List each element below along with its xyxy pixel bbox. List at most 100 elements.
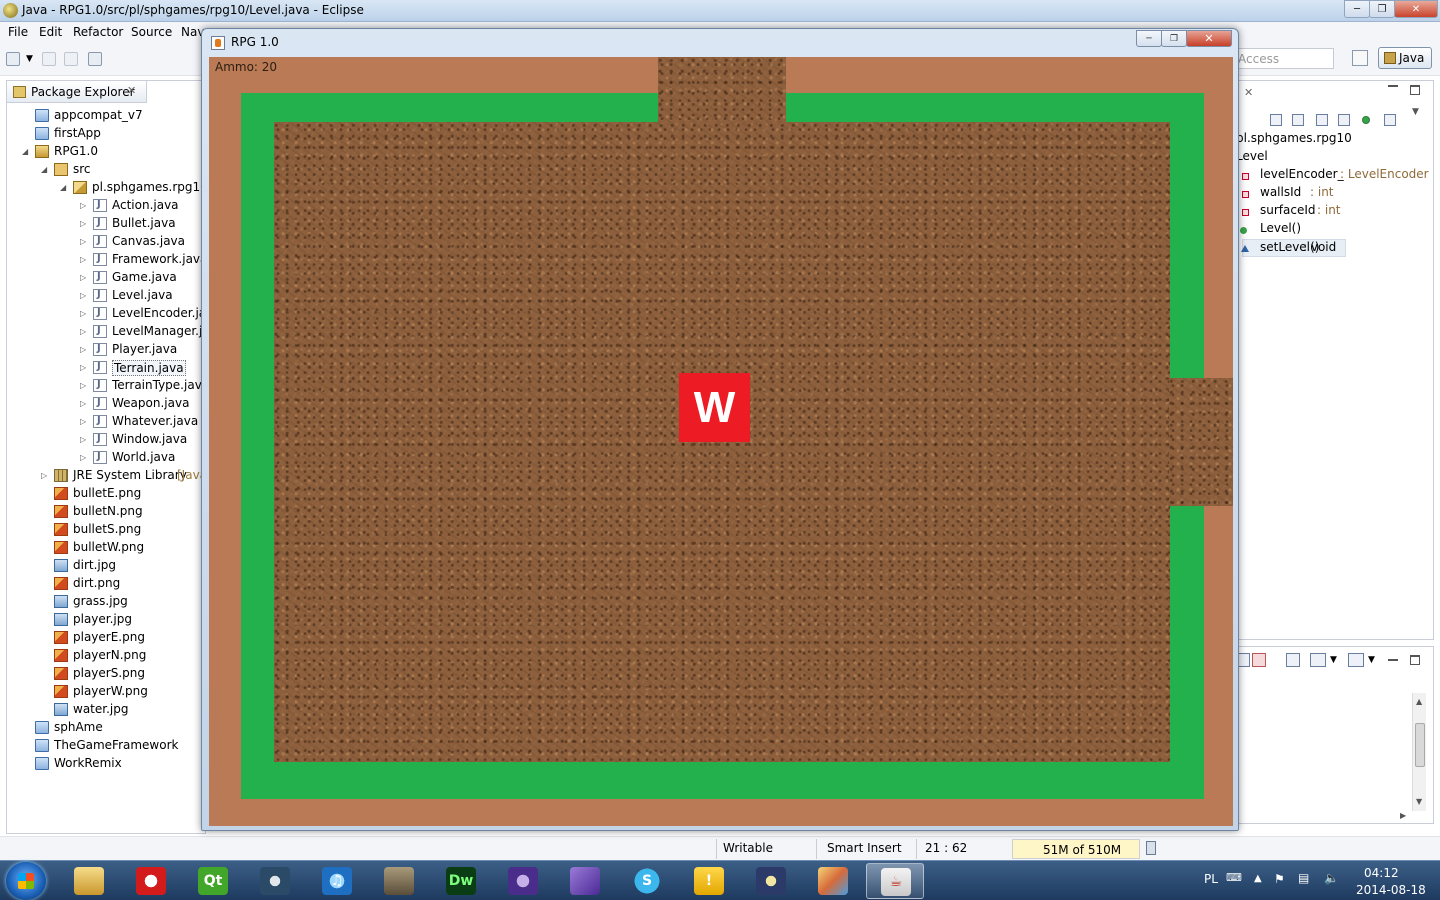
tree-item[interactable]: playerS.png <box>7 665 205 683</box>
outline-member-selected[interactable]: setLevel() : void <box>1241 239 1346 257</box>
maximize-panel-icon[interactable] <box>1410 85 1420 95</box>
expand-arrow-icon[interactable]: ▷ <box>80 453 88 463</box>
heap-status[interactable]: 51M of 510M <box>1012 839 1140 859</box>
collapse-arrow-icon[interactable]: ◢ <box>41 165 49 175</box>
tree-item[interactable]: water.jpg <box>7 701 205 719</box>
tree-item[interactable]: bulletE.png <box>7 485 205 503</box>
tree-item[interactable]: bulletN.png <box>7 503 205 521</box>
expand-arrow-icon[interactable]: ▷ <box>80 363 88 373</box>
tree-item[interactable]: ▷ Canvas.java <box>7 233 205 251</box>
new-dropdown-icon[interactable]: ▼ <box>26 54 33 64</box>
tree-item[interactable]: ▷ Bullet.java <box>7 215 205 233</box>
minimize-panel-icon[interactable] <box>1388 85 1398 87</box>
taskbar-app-dreamweaver[interactable]: Dw <box>432 863 490 899</box>
tree-item[interactable]: ◢ pl.sphgames.rpg10 <box>7 179 205 197</box>
menu-refactor[interactable]: Refactor <box>73 25 123 39</box>
taskbar-app-explorer[interactable] <box>60 863 118 899</box>
tree-item[interactable]: ▷ LevelManager.java <box>7 323 205 341</box>
outline-package[interactable]: pl.sphgames.rpg10 <box>1236 131 1352 149</box>
expand-arrow-icon[interactable]: ▷ <box>80 273 88 283</box>
tree-item[interactable]: ▷ LevelEncoder.java <box>7 305 205 323</box>
close-button[interactable]: ✕ <box>1394 0 1438 18</box>
vertical-scrollbar[interactable]: ▲ ▼ <box>1412 693 1426 811</box>
taskbar-app-paint[interactable] <box>804 863 862 899</box>
tree-item[interactable]: ▷ Framework.java <box>7 251 205 269</box>
clear-console-icon[interactable] <box>1252 653 1266 667</box>
expand-arrow-icon[interactable]: ▷ <box>80 417 88 427</box>
expand-arrow-icon[interactable]: ▷ <box>80 345 88 355</box>
expand-arrow-icon[interactable]: ▷ <box>80 237 88 247</box>
maximize-button[interactable]: ❐ <box>1369 0 1395 18</box>
open-console-icon[interactable] <box>1348 653 1364 667</box>
tree-item[interactable]: ▷ Window.java <box>7 431 205 449</box>
tree-item[interactable]: dirt.png <box>7 575 205 593</box>
package-explorer-tab[interactable]: Package Explorer ✕ <box>7 81 147 103</box>
tree-item[interactable]: ▷ World.java <box>7 449 205 467</box>
taskbar-app-eclipse[interactable] <box>742 863 800 899</box>
garbage-collect-icon[interactable] <box>1146 841 1156 855</box>
open-console-dropdown-icon[interactable]: ▼ <box>1368 655 1375 665</box>
scroll-lock-icon[interactable] <box>1238 653 1250 667</box>
display-console-icon[interactable] <box>1310 653 1326 667</box>
taskbar-app-java[interactable]: ☕ <box>866 863 924 899</box>
scrollbar-thumb[interactable] <box>1415 723 1425 767</box>
java-perspective-button[interactable]: Java <box>1378 47 1432 69</box>
taskbar-app-steam[interactable] <box>246 863 304 899</box>
sort-icon[interactable] <box>1292 114 1304 126</box>
scroll-up-icon[interactable]: ▲ <box>1416 697 1422 706</box>
tree-item[interactable]: ▷ Terrain.java <box>7 359 205 377</box>
clock-date[interactable]: 2014-08-18 <box>1356 883 1426 897</box>
clock-time[interactable]: 04:12 <box>1364 866 1399 880</box>
collapse-arrow-icon[interactable]: ◢ <box>22 147 30 157</box>
close-button[interactable]: ✕ <box>1186 30 1232 47</box>
scroll-down-icon[interactable]: ▼ <box>1416 797 1422 806</box>
save-all-icon[interactable] <box>64 52 78 66</box>
taskbar-app-visual-studio[interactable] <box>556 863 614 899</box>
keyboard-icon[interactable]: ⌨ <box>1226 871 1242 884</box>
tree-item[interactable]: bulletW.png <box>7 539 205 557</box>
maximize-button[interactable]: ❐ <box>1161 30 1187 47</box>
outline-class[interactable]: Level <box>1236 149 1268 167</box>
volume-icon[interactable]: 🔈 <box>1324 871 1339 885</box>
minimize-button[interactable]: ─ <box>1136 30 1162 47</box>
expand-arrow-icon[interactable]: ▷ <box>80 435 88 445</box>
print-icon[interactable] <box>88 52 102 66</box>
taskbar-app-itunes[interactable]: ♫ <box>308 863 366 899</box>
scroll-right-icon[interactable]: ▶ <box>1400 811 1406 820</box>
tree-item[interactable]: ▷ Weapon.java <box>7 395 205 413</box>
tree-item[interactable]: ▷ Whatever.java <box>7 413 205 431</box>
collapse-all-icon[interactable] <box>1270 114 1282 126</box>
tree-item[interactable]: ▷ Action.java <box>7 197 205 215</box>
expand-arrow-icon[interactable]: ▷ <box>80 219 88 229</box>
taskbar-app-eclipse-purple[interactable] <box>494 863 552 899</box>
expand-arrow-icon[interactable]: ▷ <box>80 291 88 301</box>
language-indicator[interactable]: PL <box>1204 872 1218 886</box>
menu-edit[interactable]: Edit <box>39 25 62 39</box>
taskbar-app-qt[interactable]: Qt <box>184 863 242 899</box>
close-tab-icon[interactable]: ✕ <box>1244 86 1253 99</box>
tree-item[interactable]: player.jpg <box>7 611 205 629</box>
collapse-arrow-icon[interactable]: ◢ <box>60 183 68 193</box>
quick-access-input[interactable]: Access <box>1236 48 1334 69</box>
tree-item[interactable]: appcompat_v7 <box>7 107 205 125</box>
minimize-button[interactable]: ─ <box>1344 0 1370 18</box>
expand-arrow-icon[interactable]: ▷ <box>80 399 88 409</box>
tree-item[interactable]: ▷ Level.java <box>7 287 205 305</box>
tree-item[interactable]: TheGameFramework <box>7 737 205 755</box>
menu-source[interactable]: Source <box>131 25 172 39</box>
hide-local-types-icon[interactable] <box>1384 114 1396 126</box>
tree-item[interactable]: ▷ JRE System Library [Java <box>7 467 205 485</box>
minimize-panel-icon[interactable] <box>1388 659 1398 661</box>
tree-item[interactable]: ▷ Game.java <box>7 269 205 287</box>
hide-fields-icon[interactable] <box>1316 114 1328 126</box>
hide-static-icon[interactable] <box>1338 114 1350 126</box>
tree-item[interactable]: ▷ TerrainType.java <box>7 377 205 395</box>
tree-item[interactable]: dirt.jpg <box>7 557 205 575</box>
tree-item[interactable]: playerW.png <box>7 683 205 701</box>
open-perspective-icon[interactable] <box>1352 50 1368 66</box>
game-canvas[interactable]: Ammo: 20 W <box>209 57 1233 826</box>
tree-item[interactable]: ◢ src <box>7 161 205 179</box>
tree-item[interactable]: bulletS.png <box>7 521 205 539</box>
new-icon[interactable] <box>6 52 20 66</box>
taskbar-app-gimp[interactable] <box>370 863 428 899</box>
